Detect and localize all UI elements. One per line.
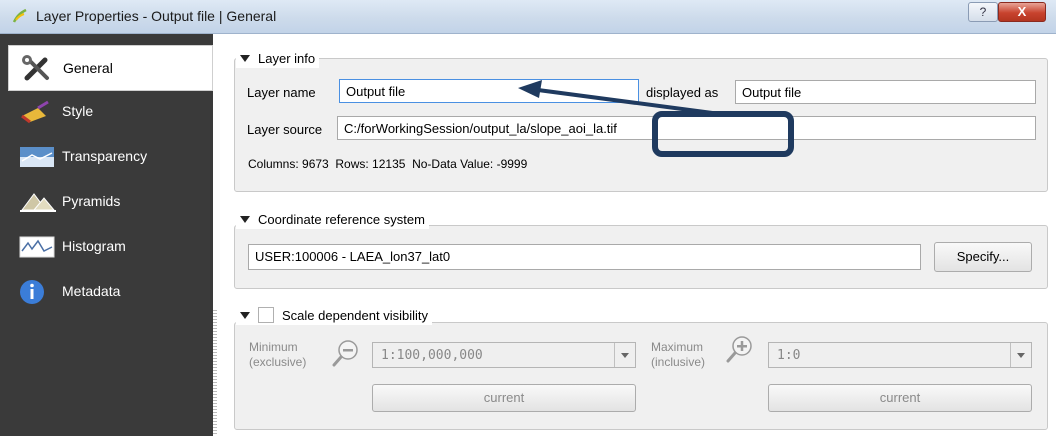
zoom-in-icon [726,336,752,363]
sidebar-item-label: Transparency [62,148,148,164]
scale-visibility-title: Scale dependent visibility [282,307,428,323]
minimum-label: Minimum [249,340,298,354]
maximum-sublabel: (inclusive) [651,355,706,369]
raster-stats: Columns: 9673 Rows: 12135 No-Data Value:… [248,157,528,171]
minimum-scale-combo[interactable]: 1:100,000,000 [372,342,636,368]
chevron-down-icon [614,343,635,367]
scale-visibility-header[interactable]: Scale dependent visibility [236,305,432,325]
sidebar-item-label: Pyramids [62,193,121,209]
layer-source-input[interactable]: C:/forWorkingSession/output_la/slope_aoi… [337,116,1036,140]
pyramids-icon [20,193,56,212]
max-current-button[interactable]: current [768,384,1032,412]
maximum-label: Maximum [651,340,704,354]
layer-name-input[interactable]: Output file [339,79,639,103]
title-bar: Layer Properties - Output file | General… [0,0,1056,34]
info-icon [20,280,44,304]
histogram-icon [19,236,55,258]
sidebar-item-style[interactable]: Style [0,90,213,134]
crs-field[interactable]: USER:100006 - LAEA_lon37_lat0 [248,244,921,270]
layer-source-label: Layer source [247,122,323,137]
sidebar-item-general[interactable]: General [8,45,213,91]
specify-button[interactable]: Specify... [934,242,1032,272]
collapse-triangle-icon [240,215,250,223]
collapse-triangle-icon [240,311,250,319]
transparency-icon [20,147,54,167]
collapse-triangle-icon [240,54,250,62]
close-button[interactable]: X [998,2,1046,22]
minimum-scale-value: 1:100,000,000 [381,348,483,363]
sidebar-item-label: Histogram [62,238,126,254]
displayed-as-input[interactable]: Output file [735,80,1036,104]
window-title: Layer Properties - Output file | General [36,8,277,24]
sidebar-item-pyramids[interactable]: Pyramids [0,180,213,224]
maximum-scale-value: 1:0 [777,348,801,363]
layer-info-header[interactable]: Layer info [236,48,320,68]
paintbrush-icon [21,100,49,124]
crs-header[interactable]: Coordinate reference system [236,209,429,229]
min-current-button[interactable]: current [372,384,636,412]
minimum-sublabel: (exclusive) [249,355,307,369]
sidebar-item-label: General [63,60,113,76]
layer-info-title: Layer info [258,50,316,66]
sidebar-item-label: Metadata [62,283,121,299]
splitter-handle[interactable] [213,310,217,436]
sidebar: General Style Transparency Pyramids Hist… [0,34,213,436]
displayed-as-label: displayed as [646,85,719,100]
sidebar-item-transparency[interactable]: Transparency [0,135,213,179]
layer-name-label: Layer name [247,85,316,100]
sidebar-item-label: Style [62,103,94,119]
tools-icon [22,55,49,81]
chevron-down-icon [1010,343,1031,367]
zoom-out-icon [332,340,358,367]
maximum-scale-combo[interactable]: 1:0 [768,342,1032,368]
sidebar-item-metadata[interactable]: Metadata [0,270,213,314]
help-button[interactable]: ? [968,2,998,22]
sidebar-item-histogram[interactable]: Histogram [0,225,213,269]
crs-title: Coordinate reference system [258,211,425,227]
scale-visibility-checkbox[interactable] [258,307,274,323]
qgis-logo-icon [12,8,27,23]
